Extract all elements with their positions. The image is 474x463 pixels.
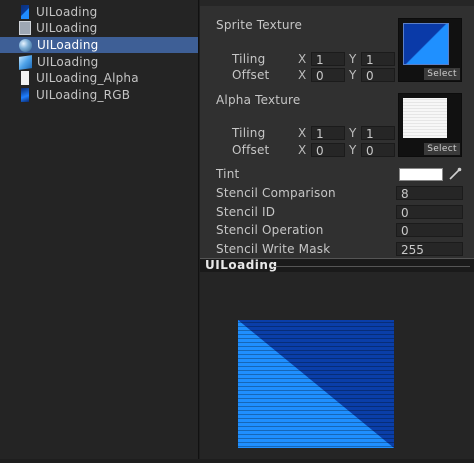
asset-label: UILoading_RGB	[36, 88, 131, 102]
alpha-tiling-x-axis: X	[298, 126, 307, 140]
alpha-offset-x-axis: X	[298, 143, 307, 157]
rgb-texture-icon	[21, 88, 29, 102]
preview-divider	[274, 266, 470, 267]
alpha-offset-label: Offset	[232, 143, 270, 157]
asset-item-uiloading-alpha[interactable]: UILoading_Alpha	[0, 70, 198, 86]
material-sphere-icon	[19, 38, 32, 52]
stencil-write-mask-label: Stencil Write Mask	[216, 242, 331, 256]
stencil-id-label: Stencil ID	[216, 205, 276, 219]
sprite-texture-select-button[interactable]: Select	[424, 68, 460, 80]
asset-label: UILoading	[37, 38, 99, 52]
asset-item-uiloading-material[interactable]: UILoading	[0, 37, 198, 53]
preview-sprite-image	[238, 320, 394, 448]
asset-item-uiloading-prefab[interactable]: UILoading	[0, 54, 198, 70]
alpha-tiling-y-field[interactable]: 1	[361, 126, 395, 141]
alpha-offset-y-axis: Y	[349, 143, 357, 157]
alpha-texture-label: Alpha Texture	[216, 93, 301, 107]
sprite-offset-x-axis: X	[298, 68, 307, 82]
sprite-icon	[21, 5, 29, 19]
shader-row-clipped	[200, 0, 474, 6]
tint-color-swatch[interactable]	[399, 168, 443, 181]
alpha-texture-select-button[interactable]: Select	[424, 143, 460, 155]
preview-scanlines	[238, 320, 394, 448]
material-inspector: Sprite Texture Tiling X 1 Y 1 Offset X 0…	[200, 0, 474, 258]
asset-label: UILoading	[37, 55, 99, 69]
stencil-write-mask-field[interactable]: 255	[396, 242, 463, 257]
stencil-comparison-field[interactable]: 8	[396, 186, 463, 201]
asset-label: UILoading	[36, 21, 98, 35]
material-file-icon	[19, 21, 31, 35]
stencil-id-field[interactable]: 0	[396, 205, 463, 220]
alpha-texture-icon	[21, 71, 29, 85]
sprite-offset-x-field[interactable]: 0	[311, 68, 345, 83]
asset-item-uiloading-material-file[interactable]: UILoading	[0, 20, 198, 36]
alpha-texture-thumbnail	[403, 98, 447, 138]
sprite-offset-y-field[interactable]: 0	[361, 68, 395, 83]
sprite-offset-y-axis: Y	[349, 68, 357, 82]
preview-header[interactable]: UILoading	[200, 258, 474, 273]
tint-label: Tint	[216, 167, 240, 181]
asset-label: UILoading	[36, 5, 98, 19]
asset-item-uiloading-rgb[interactable]: UILoading_RGB	[0, 87, 198, 103]
alpha-tiling-y-axis: Y	[349, 126, 357, 140]
alpha-offset-y-field[interactable]: 0	[361, 143, 395, 158]
stencil-operation-label: Stencil Operation	[216, 223, 324, 237]
sprite-tiling-label: Tiling	[232, 52, 266, 66]
sprite-tiling-x-axis: X	[298, 52, 307, 66]
project-panel: UILoading UILoading UILoading UILoading …	[0, 0, 199, 459]
alpha-texture-slot[interactable]: Select	[398, 93, 462, 157]
preview-title: UILoading	[205, 258, 278, 272]
material-preview[interactable]	[200, 272, 474, 459]
sprite-texture-label: Sprite Texture	[216, 18, 303, 32]
sprite-tiling-y-axis: Y	[349, 52, 357, 66]
sprite-tiling-x-field[interactable]: 1	[311, 52, 345, 67]
stencil-operation-field[interactable]: 0	[396, 223, 463, 238]
sprite-texture-slot[interactable]: Select	[398, 18, 462, 82]
stencil-comparison-label: Stencil Comparison	[216, 186, 336, 200]
eyedropper-icon[interactable]	[448, 167, 462, 181]
prefab-cube-icon	[19, 54, 32, 70]
alpha-tiling-label: Tiling	[232, 126, 266, 140]
asset-label: UILoading_Alpha	[36, 71, 139, 85]
sprite-offset-label: Offset	[232, 68, 270, 82]
alpha-offset-x-field[interactable]: 0	[311, 143, 345, 158]
alpha-tiling-x-field[interactable]: 1	[311, 126, 345, 141]
asset-item-uiloading-sprite[interactable]: UILoading	[0, 4, 198, 20]
sprite-tiling-y-field[interactable]: 1	[361, 52, 395, 67]
sprite-texture-thumbnail	[403, 23, 449, 65]
